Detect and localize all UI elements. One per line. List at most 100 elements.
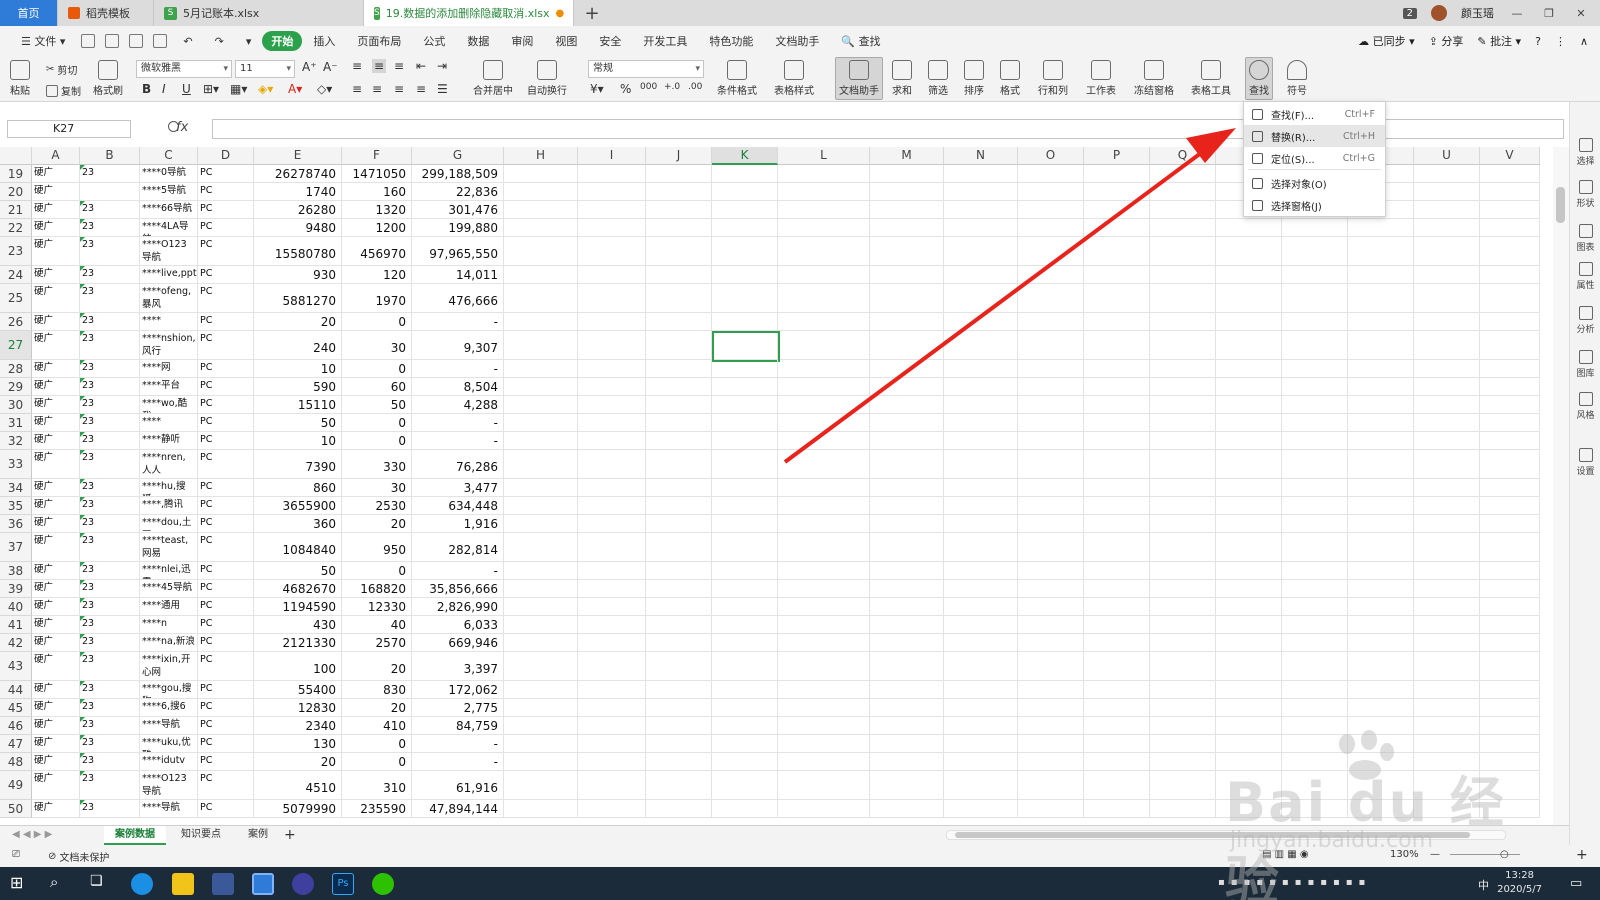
- table-cell[interactable]: [712, 497, 778, 515]
- table-cell[interactable]: [1282, 450, 1348, 479]
- table-cell[interactable]: [944, 652, 1018, 681]
- table-cell[interactable]: 15580780: [254, 237, 342, 266]
- table-cell[interactable]: 669,946: [412, 634, 504, 652]
- table-cell[interactable]: PC: [198, 237, 254, 266]
- table-cell[interactable]: PC: [198, 183, 254, 201]
- macro-icon[interactable]: ⎚: [12, 849, 20, 860]
- table-cell[interactable]: [944, 414, 1018, 432]
- table-cell[interactable]: [1018, 414, 1084, 432]
- menu-item[interactable]: 开发工具: [632, 33, 698, 49]
- table-cell[interactable]: [1150, 580, 1216, 598]
- table-cell[interactable]: [870, 414, 944, 432]
- table-cell[interactable]: PC: [198, 414, 254, 432]
- table-cell[interactable]: [1480, 598, 1540, 616]
- table-cell[interactable]: [1084, 165, 1150, 183]
- table-cell[interactable]: 950: [342, 533, 412, 562]
- table-cell[interactable]: -: [412, 753, 504, 771]
- table-cell[interactable]: [578, 237, 646, 266]
- table-cell[interactable]: PC: [198, 331, 254, 360]
- table-cell[interactable]: [1018, 497, 1084, 515]
- table-cell[interactable]: [712, 533, 778, 562]
- table-cell[interactable]: [944, 237, 1018, 266]
- row-header[interactable]: 46: [0, 717, 32, 735]
- table-cell[interactable]: [712, 266, 778, 284]
- table-cell[interactable]: [504, 360, 578, 378]
- table-cell[interactable]: [712, 598, 778, 616]
- table-cell[interactable]: 240: [254, 331, 342, 360]
- column-header[interactable]: A: [32, 147, 80, 165]
- menu-search[interactable]: 🔍 查找: [830, 33, 891, 49]
- table-cell[interactable]: [870, 533, 944, 562]
- table-cell[interactable]: [1480, 313, 1540, 331]
- table-cell[interactable]: [1480, 183, 1540, 201]
- table-cell[interactable]: [1480, 432, 1540, 450]
- table-cell[interactable]: [712, 450, 778, 479]
- table-cell[interactable]: [1018, 331, 1084, 360]
- table-cell[interactable]: [1018, 562, 1084, 580]
- table-cell[interactable]: [1018, 479, 1084, 497]
- table-cell[interactable]: [1084, 717, 1150, 735]
- table-cell[interactable]: [646, 580, 712, 598]
- table-cell[interactable]: [646, 360, 712, 378]
- table-cell[interactable]: PC: [198, 652, 254, 681]
- table-cell[interactable]: [504, 497, 578, 515]
- table-cell[interactable]: [870, 284, 944, 313]
- table-cell[interactable]: [1414, 699, 1480, 717]
- row-header[interactable]: 32: [0, 432, 32, 450]
- dropdown-item[interactable]: 查找(F)... Ctrl+F: [1244, 103, 1385, 125]
- table-cell[interactable]: [1084, 580, 1150, 598]
- table-cell[interactable]: [504, 598, 578, 616]
- table-cell[interactable]: [1084, 201, 1150, 219]
- table-cell[interactable]: [870, 497, 944, 515]
- table-cell[interactable]: [1480, 284, 1540, 313]
- table-cell[interactable]: [1216, 497, 1282, 515]
- baidu-app-icon[interactable]: [292, 873, 314, 895]
- table-cell[interactable]: [1018, 201, 1084, 219]
- table-cell[interactable]: [944, 681, 1018, 699]
- table-cell[interactable]: [944, 699, 1018, 717]
- font-grow-icon[interactable]: A⁺: [302, 60, 317, 74]
- table-cell[interactable]: [1282, 515, 1348, 533]
- table-cell[interactable]: 30: [342, 479, 412, 497]
- table-cell[interactable]: ****nshion,风行: [140, 331, 198, 360]
- table-cell[interactable]: [712, 735, 778, 753]
- table-cell[interactable]: 硬广: [32, 598, 80, 616]
- table-tools-button[interactable]: 表格工具: [1191, 60, 1231, 97]
- table-cell[interactable]: PC: [198, 432, 254, 450]
- table-cell[interactable]: [504, 580, 578, 598]
- table-cell[interactable]: [944, 771, 1018, 800]
- table-cell[interactable]: 0: [342, 360, 412, 378]
- table-cell[interactable]: [1282, 652, 1348, 681]
- table-cell[interactable]: [1480, 237, 1540, 266]
- table-cell[interactable]: [870, 634, 944, 652]
- table-cell[interactable]: -: [412, 414, 504, 432]
- table-cell[interactable]: [1150, 515, 1216, 533]
- row-header[interactable]: 43: [0, 652, 32, 681]
- table-cell[interactable]: 172,062: [412, 681, 504, 699]
- table-cell[interactable]: [578, 497, 646, 515]
- table-cell[interactable]: 50: [254, 562, 342, 580]
- table-cell[interactable]: PC: [198, 771, 254, 800]
- table-cell[interactable]: [1414, 432, 1480, 450]
- table-cell[interactable]: [1084, 598, 1150, 616]
- indent-decrease-icon[interactable]: ⇤: [416, 59, 426, 73]
- row-header[interactable]: 50: [0, 800, 32, 818]
- table-cell[interactable]: [1084, 497, 1150, 515]
- fill-color-icon[interactable]: ◈▾: [258, 82, 273, 96]
- table-cell[interactable]: 硬广: [32, 497, 80, 515]
- table-cell[interactable]: [1348, 237, 1414, 266]
- table-cell[interactable]: [1018, 580, 1084, 598]
- table-cell[interactable]: [1018, 378, 1084, 396]
- table-cell[interactable]: [1414, 450, 1480, 479]
- table-cell[interactable]: [778, 580, 870, 598]
- table-cell[interactable]: [1216, 562, 1282, 580]
- table-cell[interactable]: [778, 219, 870, 237]
- table-cell[interactable]: [504, 681, 578, 699]
- row-header[interactable]: 28: [0, 360, 32, 378]
- table-cell[interactable]: [1018, 598, 1084, 616]
- table-cell[interactable]: [712, 634, 778, 652]
- table-cell[interactable]: [778, 598, 870, 616]
- table-cell[interactable]: [1018, 165, 1084, 183]
- table-cell[interactable]: [1150, 634, 1216, 652]
- table-cell[interactable]: [646, 634, 712, 652]
